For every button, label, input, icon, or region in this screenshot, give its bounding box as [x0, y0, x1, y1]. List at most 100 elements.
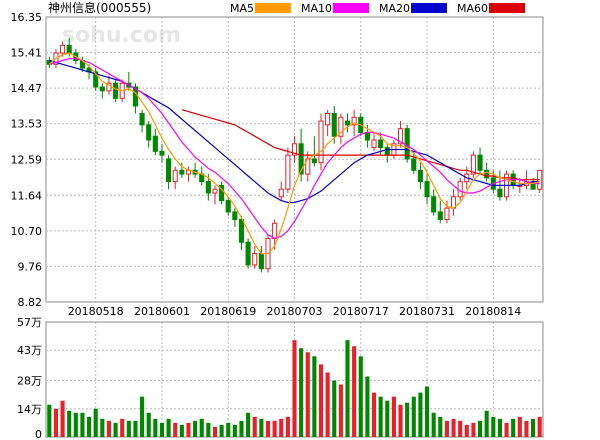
candle-down [146, 124, 152, 141]
volume-bar [53, 408, 58, 437]
date-tick-label: 20180619 [200, 305, 256, 318]
price-tick-label: 10.70 [11, 225, 43, 238]
volume-bar [491, 416, 496, 437]
volume-bar [504, 422, 509, 437]
volume-bar [305, 352, 310, 437]
candle-up [252, 253, 258, 266]
volume-bar [312, 356, 317, 437]
candle-down [477, 154, 483, 171]
volume-bar [378, 396, 383, 437]
volume-bar [199, 418, 204, 437]
legend-label: MA10 [301, 2, 332, 15]
candle-down [159, 150, 165, 156]
volume-bar [179, 424, 184, 437]
volume-bar [226, 422, 231, 437]
candle-down [311, 158, 317, 164]
chart-title: 神州信息(000555) [48, 0, 151, 15]
volume-tick-label: 57万 [17, 316, 42, 329]
stock-chart: sohu.com 神州信息(000555) MA5 MA10 MA20 MA60 16… [0, 0, 600, 440]
volume-tick-label: 43万 [17, 344, 42, 357]
volume-bar [232, 424, 237, 437]
volume-bar [385, 400, 390, 437]
candle-up [325, 113, 331, 126]
volume-bar [292, 340, 297, 437]
date-tick-label: 20180518 [68, 305, 124, 318]
volume-bar [444, 420, 449, 437]
candle-down [344, 120, 351, 126]
candle-down [331, 113, 337, 137]
volume-bar [332, 380, 337, 437]
legend-label: MA60 [457, 2, 488, 15]
volume-bar [318, 364, 324, 437]
candle-down [431, 196, 437, 213]
volume-tick-label: 14万 [17, 403, 42, 416]
volume-bar [265, 420, 271, 437]
price-tick-label: 11.64 [11, 189, 43, 202]
candle-down [245, 241, 251, 266]
volume-bar [418, 392, 423, 437]
volume-bar [477, 420, 483, 437]
candle-down [378, 139, 384, 149]
volume-bar [531, 418, 536, 437]
candle-up [371, 139, 377, 149]
volume-bar [285, 416, 290, 437]
volume-bar [252, 416, 257, 437]
volume-bar [431, 412, 436, 437]
volume-bar [338, 384, 343, 437]
volume-bar [166, 418, 171, 437]
volume-bar [424, 386, 430, 437]
volume-bar [93, 408, 98, 437]
legend-label: MA20 [379, 2, 410, 15]
volume-bar [47, 404, 52, 437]
volume-bar [113, 422, 118, 437]
volume-bar [458, 420, 463, 437]
volume-bar [438, 416, 443, 437]
volume-bar [325, 372, 330, 437]
volume-bar [60, 400, 65, 437]
volume-bar [219, 424, 224, 437]
candle-up [172, 169, 178, 183]
volume-bar [146, 412, 151, 437]
volume-bar [398, 404, 403, 437]
volume-bar [272, 420, 277, 437]
candle-up [318, 120, 324, 164]
volume-bar [140, 396, 145, 437]
price-tick-label: 15.41 [11, 47, 43, 60]
volume-bar [371, 392, 377, 437]
date-tick-label: 20180814 [465, 305, 521, 318]
legend: MA5 MA10 MA20 MA60 [230, 2, 525, 15]
price-tick-label: 16.35 [11, 11, 43, 24]
volume-bar [352, 346, 357, 437]
volume-bar [484, 410, 489, 437]
volume-bar [80, 412, 85, 437]
volume-bar [173, 422, 178, 437]
candle-up [444, 207, 450, 220]
candle-down [225, 200, 231, 213]
volume-bar [511, 418, 516, 437]
price-tick-label: 14.47 [11, 82, 43, 95]
volume-bar [159, 422, 165, 437]
volume-bar [126, 420, 131, 437]
legend-swatch [489, 3, 525, 13]
volume-bar [517, 416, 522, 437]
candle-down [166, 158, 172, 183]
volume-bar [212, 426, 218, 437]
candle-down [484, 169, 490, 179]
volume-tick-label: 28万 [17, 375, 42, 388]
price-tick-label: 13.53 [11, 118, 43, 131]
volume-bar [411, 396, 416, 437]
legend-swatch [255, 3, 291, 13]
candle-up [285, 154, 291, 190]
date-tick-label: 20180717 [333, 305, 389, 318]
volume-bar [246, 412, 251, 437]
candle-up [212, 188, 218, 194]
candle-down [384, 147, 390, 156]
volume-bar [497, 418, 502, 437]
volume-tick-label: 0 [35, 428, 42, 440]
volume-panel [47, 340, 542, 437]
volume-bar [471, 422, 476, 437]
candle-down [139, 113, 145, 126]
candle-down [205, 181, 211, 194]
volume-bar [106, 420, 112, 437]
volume-bar [239, 420, 244, 437]
